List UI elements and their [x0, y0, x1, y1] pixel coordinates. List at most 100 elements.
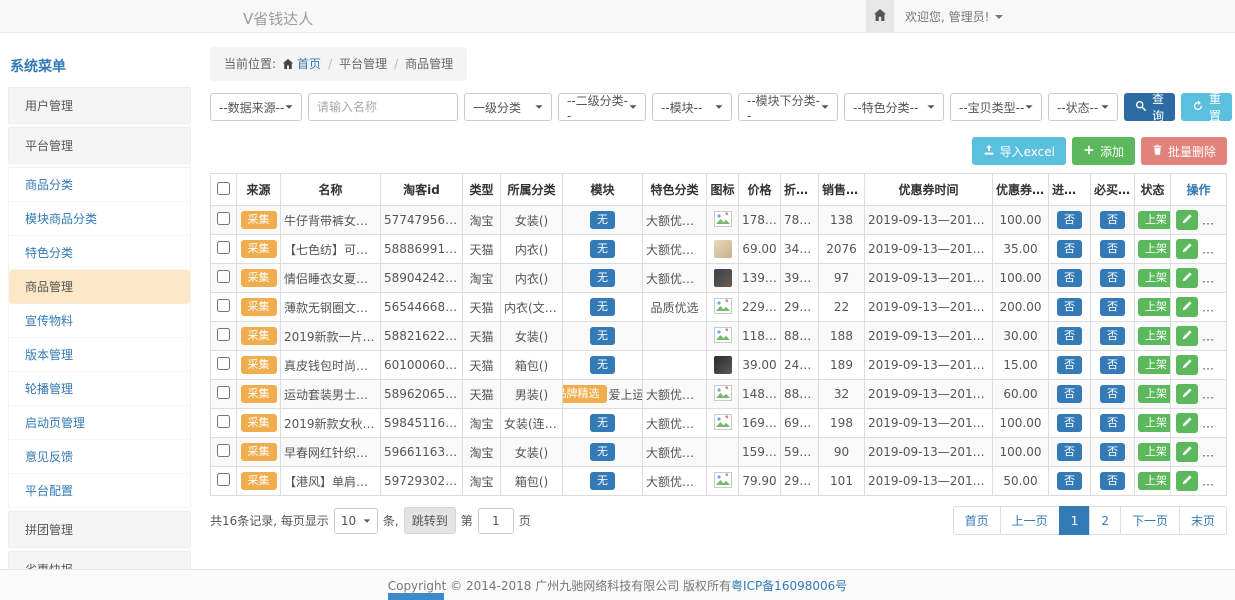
imported-toggle[interactable]: 否	[1057, 443, 1082, 461]
reset-button[interactable]: 重置	[1181, 93, 1232, 121]
imported-toggle[interactable]: 否	[1057, 472, 1082, 490]
filter-select[interactable]: --模块--	[652, 93, 732, 121]
row-checkbox[interactable]	[217, 212, 230, 225]
home-button[interactable]	[866, 0, 894, 33]
row-checkbox[interactable]	[217, 299, 230, 312]
module-badge[interactable]: 品牌精选	[563, 385, 607, 403]
edit-button[interactable]	[1176, 297, 1198, 317]
module-badge[interactable]: 无	[590, 240, 615, 258]
imported-toggle[interactable]: 否	[1057, 414, 1082, 432]
icp-link[interactable]: 粤ICP备16098006号	[731, 577, 847, 594]
imported-toggle[interactable]: 否	[1057, 356, 1082, 374]
sidebar-subitem[interactable]: 模块商品分类	[9, 202, 190, 236]
query-button[interactable]: 查询	[1124, 93, 1175, 121]
edit-button[interactable]	[1176, 442, 1198, 462]
sidebar-item[interactable]: 平台管理	[8, 127, 191, 164]
must-buy-toggle[interactable]: 否	[1100, 472, 1125, 490]
sidebar-subitem[interactable]: 特色分类	[9, 236, 190, 270]
pager-button[interactable]: 末页	[1179, 506, 1227, 535]
status-badge[interactable]: 上架	[1138, 356, 1171, 374]
batch-delete-button[interactable]: 批量删除	[1141, 137, 1227, 165]
row-checkbox[interactable]	[217, 328, 230, 341]
status-badge[interactable]: 上架	[1138, 298, 1171, 316]
user-menu[interactable]: 欢迎您, 管理员!	[905, 0, 1003, 33]
status-badge[interactable]: 上架	[1138, 385, 1171, 403]
row-checkbox[interactable]	[217, 444, 230, 457]
imported-toggle[interactable]: 否	[1057, 211, 1082, 229]
status-badge[interactable]: 上架	[1138, 211, 1171, 229]
edit-button[interactable]	[1176, 326, 1198, 346]
row-checkbox[interactable]	[217, 415, 230, 428]
edit-button[interactable]	[1176, 471, 1198, 491]
sidebar-subitem[interactable]: 轮播管理	[9, 372, 190, 406]
status-badge[interactable]: 上架	[1138, 443, 1171, 461]
row-checkbox[interactable]	[217, 473, 230, 486]
sidebar-subitem[interactable]: 启动页管理	[9, 406, 190, 440]
sidebar-subitem[interactable]: 宣传物料	[9, 304, 190, 338]
sidebar-subitem[interactable]: 商品分类	[9, 168, 190, 202]
module-badge[interactable]: 无	[590, 327, 615, 345]
pager-button[interactable]: 2	[1089, 506, 1121, 535]
row-checkbox[interactable]	[217, 241, 230, 254]
module-badge[interactable]: 无	[590, 472, 615, 490]
edit-button[interactable]	[1176, 210, 1198, 230]
status-badge[interactable]: 上架	[1138, 269, 1171, 287]
row-checkbox[interactable]	[217, 357, 230, 370]
module-badge[interactable]: 无	[590, 414, 615, 432]
module-badge[interactable]: 无	[590, 443, 615, 461]
row-checkbox[interactable]	[217, 270, 230, 283]
name-search-input[interactable]	[308, 93, 458, 121]
imported-toggle[interactable]: 否	[1057, 269, 1082, 287]
filter-select[interactable]: --宝贝类型--	[950, 93, 1042, 121]
row-checkbox[interactable]	[217, 386, 230, 399]
sidebar-subitem[interactable]: 意见反馈	[9, 440, 190, 474]
status-badge[interactable]: 上架	[1138, 240, 1171, 258]
must-buy-toggle[interactable]: 否	[1100, 240, 1125, 258]
sidebar-subitem[interactable]: 版本管理	[9, 338, 190, 372]
edit-button[interactable]	[1176, 239, 1198, 259]
imported-toggle[interactable]: 否	[1057, 298, 1082, 316]
imported-toggle[interactable]: 否	[1057, 240, 1082, 258]
per-page-select[interactable]: 10	[334, 508, 378, 534]
add-button[interactable]: 添加	[1072, 137, 1135, 165]
breadcrumb-home-link[interactable]: 首页	[297, 57, 321, 71]
module-badge[interactable]: 无	[590, 269, 615, 287]
filter-select[interactable]: --数据来源--	[210, 93, 302, 121]
filter-select[interactable]: 一级分类	[464, 93, 552, 121]
sidebar-subitem[interactable]: 平台配置	[9, 474, 190, 507]
imported-toggle[interactable]: 否	[1057, 327, 1082, 345]
edit-button[interactable]	[1176, 268, 1198, 288]
must-buy-toggle[interactable]: 否	[1100, 385, 1125, 403]
filter-select[interactable]: --模块下分类--	[738, 93, 838, 121]
filter-select[interactable]: --特色分类--	[844, 93, 944, 121]
import-excel-button[interactable]: 导入excel	[972, 137, 1066, 165]
status-badge[interactable]: 上架	[1138, 414, 1171, 432]
status-badge[interactable]: 上架	[1138, 327, 1171, 345]
must-buy-toggle[interactable]: 否	[1100, 211, 1125, 229]
module-badge[interactable]: 无	[590, 356, 615, 374]
must-buy-toggle[interactable]: 否	[1100, 269, 1125, 287]
must-buy-toggle[interactable]: 否	[1100, 414, 1125, 432]
edit-button[interactable]	[1176, 384, 1198, 404]
sidebar-subitem[interactable]: 商品管理	[9, 270, 190, 304]
must-buy-toggle[interactable]: 否	[1100, 356, 1125, 374]
jump-page-input[interactable]	[478, 508, 514, 534]
jump-button[interactable]: 跳转到	[404, 507, 456, 534]
edit-button[interactable]	[1176, 413, 1198, 433]
must-buy-toggle[interactable]: 否	[1100, 298, 1125, 316]
pager-button[interactable]: 下一页	[1120, 506, 1180, 535]
module-badge[interactable]: 无	[590, 211, 615, 229]
pager-button[interactable]: 首页	[953, 506, 1001, 535]
pager-button[interactable]: 1	[1059, 506, 1091, 535]
status-badge[interactable]: 上架	[1138, 472, 1171, 490]
imported-toggle[interactable]: 否	[1057, 385, 1082, 403]
sidebar-item[interactable]: 用户管理	[8, 87, 191, 124]
filter-select[interactable]: --二级分类--	[558, 93, 646, 121]
module-badge[interactable]: 无	[590, 298, 615, 316]
edit-button[interactable]	[1176, 355, 1198, 375]
sidebar-item[interactable]: 拼团管理	[8, 511, 191, 548]
filter-select[interactable]: --状态--	[1048, 93, 1118, 121]
pager-button[interactable]: 上一页	[1000, 506, 1060, 535]
must-buy-toggle[interactable]: 否	[1100, 327, 1125, 345]
select-all-checkbox[interactable]	[217, 182, 230, 195]
